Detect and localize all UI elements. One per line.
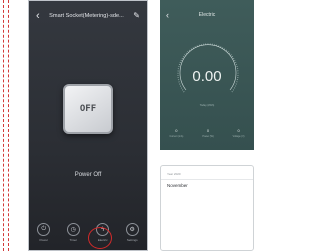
stat-value: 0: [175, 128, 178, 133]
screen-title: Electric: [198, 12, 216, 18]
tab-label: Settings: [126, 238, 138, 242]
back-chevron-icon[interactable]: ‹: [166, 10, 169, 20]
tab-timer[interactable]: ◷ Timer: [63, 223, 83, 242]
power-button-label: OFF: [79, 104, 97, 114]
pencil-icon[interactable]: ✎: [133, 12, 140, 20]
header-bar: ‹ Smart Socket(Metering)-sde... ✎: [29, 1, 147, 31]
tab-settings[interactable]: ⚙ Settings: [122, 223, 142, 242]
reading-subtitle: Today (kWh): [199, 104, 215, 107]
energy-gauge: [177, 43, 239, 93]
history-month[interactable]: November: [167, 183, 188, 188]
stat-value: 0: [206, 128, 210, 133]
stat-value: 0: [237, 128, 240, 133]
stat-label: Voltage (V): [232, 135, 245, 138]
stat-label: Current (mA): [169, 135, 184, 138]
history-year: Year 2020: [167, 172, 181, 176]
header-bar: ‹ Electric: [160, 0, 254, 30]
margin-line-1: [3, 0, 4, 251]
stats-row: 0 Current (mA) 0 Power (W) 0 Voltage (V): [160, 128, 254, 138]
highlight-ring: [88, 227, 112, 249]
energy-reading: 0.00: [192, 68, 222, 85]
stat-current: 0 Current (mA): [170, 128, 184, 138]
settings-icon: ⚙: [125, 223, 139, 236]
device-title: Smart Socket(Metering)-sde...: [49, 13, 124, 19]
history-card[interactable]: Year 2020 November: [160, 165, 254, 251]
tab-label: Power: [39, 238, 48, 242]
margin-line-2: [8, 0, 9, 251]
electric-screen: ‹ Electric 0.00 Today (kWh) 0 Current (m…: [160, 0, 254, 150]
divider: [161, 179, 253, 180]
power-icon: ⏻: [37, 223, 51, 236]
tab-power[interactable]: ⏻ Power: [34, 223, 54, 242]
tab-label: Timer: [69, 238, 78, 242]
socket-control-screen: ‹ Smart Socket(Metering)-sde... ✎ OFF Po…: [28, 0, 148, 251]
stat-label: Power (W): [202, 135, 214, 138]
stat-power: 0 Power (W): [202, 128, 213, 138]
power-status-text: Power Off: [74, 172, 102, 178]
timer-icon: ◷: [66, 223, 80, 236]
power-toggle-button[interactable]: OFF: [63, 84, 113, 134]
stat-voltage: 0 Voltage (V): [233, 128, 245, 138]
